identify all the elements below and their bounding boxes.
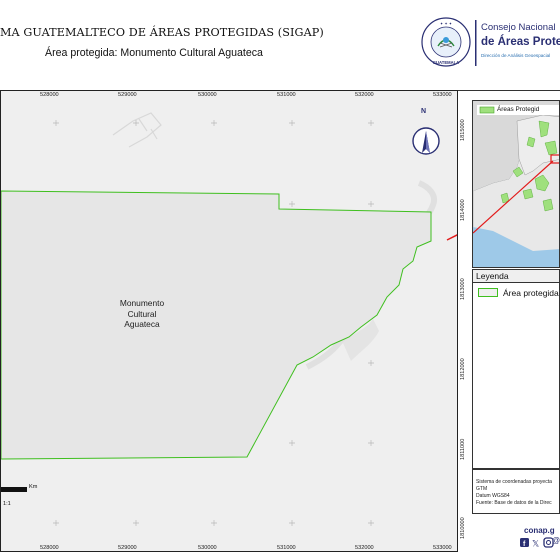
x-tick-top: 530000 [198,92,217,98]
website-label: conap.g [524,526,555,535]
guatemala-seal-logo: ✦ ✦ ✦ GUATEMALA [421,17,471,67]
x-tick-top: 532000 [355,92,374,98]
y-tick: 1810000 [460,517,466,539]
x-tick-bottom: 533000 [433,545,452,551]
metadata-line: Fuente: Base de datos de la Direc [476,500,552,506]
x-tick-top: 529000 [118,92,137,98]
inset-legend-swatch [479,106,495,114]
x-tick-bottom: 530000 [198,545,217,551]
x-tick-bottom: 529000 [118,545,137,551]
area-label-line: Aguateca [124,319,160,329]
metadata-line: Sistema de coordenadas proyecta [476,479,552,485]
svg-text:✦ ✦ ✦: ✦ ✦ ✦ [440,21,453,26]
inset-map [472,100,560,268]
legend-item-label: Área protegida [503,288,559,298]
conap-name-line3: Dirección de Análisis Geoespacial [481,53,551,58]
social-handle: @ [552,536,560,545]
map-subtitle: Área protegida: Monumento Cultural Aguat… [45,47,263,59]
inset-map-canvas [473,101,559,267]
legend-swatch [478,288,498,297]
conap-name-line2: de Áreas Protegid [481,36,560,48]
scale-unit: Km [29,484,38,490]
map-layout: { "header": { "title": "MA GUATEMALTECO … [0,0,560,560]
inset-legend-label: Áreas Protegid [497,106,540,113]
x-tick-top: 533000 [433,92,452,98]
y-tick: 1815000 [460,119,466,141]
metadata-line: GTM [476,486,488,492]
x-tick-top: 528000 [40,92,59,98]
y-tick: 1811000 [460,438,466,460]
x-tick-bottom: 532000 [355,545,374,551]
protected-area-polygon [1,190,432,460]
legend-panel [472,269,560,469]
scale-bar-icon [1,487,27,492]
conap-divider-icon [475,20,477,66]
y-tick: 1814000 [460,199,466,221]
legend-title: Leyenda [476,271,509,281]
x-icon: 𝕏 [532,539,539,549]
main-map [0,90,458,552]
x-tick-top: 531000 [277,92,296,98]
metadata-line: Datum WGS84 [476,493,510,499]
scale-ratio: 1:1 [3,501,11,507]
main-map-canvas [1,112,457,526]
x-tick-bottom: 531000 [277,545,296,551]
north-arrow-icon [412,127,440,155]
area-label-line: Cultural [127,308,157,319]
conap-name-line1: Consejo Nacional [481,22,556,33]
north-label: N [421,108,427,115]
x-tick-bottom: 528000 [40,545,59,551]
y-tick: 1813000 [460,278,466,300]
area-label-line: Monumento [119,298,165,308]
svg-text:GUATEMALA: GUATEMALA [433,60,459,65]
map-title: MA GUATEMALTECO DE ÁREAS PROTEGIDAS (SIG… [0,26,324,39]
area-label: Monumento Cultural Aguateca [110,298,174,330]
y-tick: 1812000 [460,358,466,380]
